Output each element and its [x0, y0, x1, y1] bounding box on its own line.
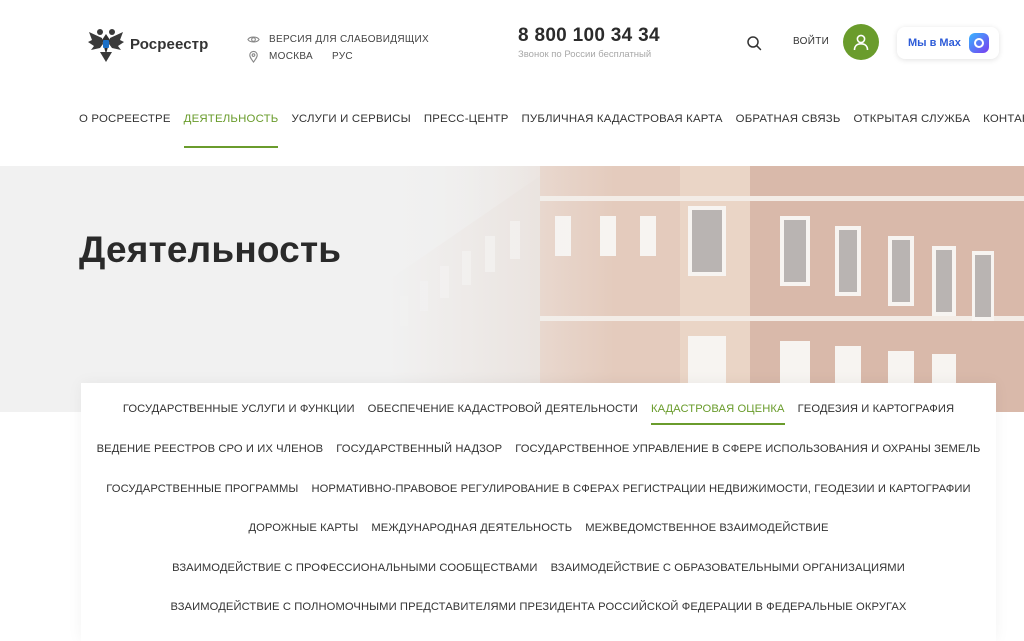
subnav-item[interactable]: КАДАСТРОВАЯ ОЦЕНКА	[650, 403, 785, 425]
subnav-item[interactable]: ВЗАИМОДЕЙСТВИЕ С ПОЛНОМОЧНЫМИ ПРЕДСТАВИТ…	[171, 601, 907, 623]
nav-item[interactable]: УСЛУГИ И СЕРВИСЫ	[291, 113, 410, 148]
city-selector[interactable]: МОСКВА	[269, 51, 313, 62]
accessibility-link[interactable]: ВЕРСИЯ ДЛЯ СЛАБОВИДЯЩИХ	[247, 31, 429, 48]
subnav-row: ГОСУДАРСТВЕННЫЕ УСЛУГИ И ФУНКЦИИ ОБЕСПЕЧЕ…	[81, 403, 996, 425]
user-account-button[interactable]	[843, 24, 879, 60]
subnav-item[interactable]: ГОСУДАРСТВЕННЫЙ НАДЗОР	[336, 443, 502, 465]
nav-item[interactable]: О РОСРЕЕСТРЕ	[79, 113, 171, 148]
max-logo-icon	[968, 33, 989, 53]
subnav-row: ГОСУДАРСТВЕННЫЕ ПРОГРАММЫ НОРМАТИВНО-ПРАВ…	[81, 483, 996, 505]
search-icon[interactable]	[746, 35, 762, 51]
user-icon	[853, 34, 869, 51]
subnav-item[interactable]: ВЗАИМОДЕЙСТВИЕ С ОБРАЗОВАТЕЛЬНЫМИ ОРГАНИ…	[551, 562, 905, 584]
header-utility: ВЕРСИЯ ДЛЯ СЛАБОВИДЯЩИХ МОСКВА РУС	[247, 31, 429, 65]
subnav-row: ВЕДЕНИЕ РЕЕСТРОВ СРО И ИХ ЧЛЕНОВ ГОСУДАРС…	[81, 443, 996, 465]
subnav-item[interactable]: ГОСУДАРСТВЕННЫЕ ПРОГРАММЫ	[106, 483, 298, 505]
subnav-item[interactable]: ДОРОЖНЫЕ КАРТЫ	[248, 522, 358, 544]
building-photo	[0, 166, 1024, 412]
site-header: Росреестр ВЕРСИЯ ДЛЯ СЛАБОВИДЯЩИХ МОСКВА…	[0, 0, 1024, 90]
subnav-item[interactable]: ГОСУДАРСТВЕННЫЕ УСЛУГИ И ФУНКЦИИ	[123, 403, 355, 425]
max-label: Мы в Max	[908, 37, 961, 49]
login-link[interactable]: ВОЙТИ	[793, 36, 829, 47]
phone-number[interactable]: 8 800 100 34 34	[518, 25, 660, 47]
location-pin-icon	[249, 50, 258, 63]
logo[interactable]: Росреестр	[86, 24, 208, 64]
nav-item[interactable]: ПРЕСС-ЦЕНТР	[424, 113, 509, 148]
subnav-item[interactable]: МЕЖВЕДОМСТВЕННОЕ ВЗАИМОДЕЙСТВИЕ	[585, 522, 828, 544]
hero-banner: Деятельность	[0, 166, 1024, 412]
subnav-row: ДОРОЖНЫЕ КАРТЫ МЕЖДУНАРОДНАЯ ДЕЯТЕЛЬНОСТЬ…	[81, 522, 996, 544]
hotline: 8 800 100 34 34 Звонок по России бесплат…	[518, 25, 660, 60]
subnav-row: ВЗАИМОДЕЙСТВИЕ С ПОЛНОМОЧНЫМИ ПРЕДСТАВИТ…	[81, 601, 996, 623]
nav-item[interactable]: ОТКРЫТАЯ СЛУЖБА	[854, 113, 971, 148]
eagle-emblem-icon	[88, 29, 124, 62]
subnav-item[interactable]: МЕЖДУНАРОДНАЯ ДЕЯТЕЛЬНОСТЬ	[371, 522, 572, 544]
phone-note: Звонок по России бесплатный	[518, 49, 652, 60]
nav-item[interactable]: ОБРАТНАЯ СВЯЗЬ	[736, 113, 841, 148]
subnav-item[interactable]: ГОСУДАРСТВЕННОЕ УПРАВЛЕНИЕ В СФЕРЕ ИСПОЛ…	[515, 443, 980, 465]
accessibility-label: ВЕРСИЯ ДЛЯ СЛАБОВИДЯЩИХ	[269, 34, 429, 45]
subnav-row: ВЗАИМОДЕЙСТВИЕ С ПРОФЕССИОНАЛЬНЫМИ СООБЩ…	[81, 562, 996, 584]
nav-item[interactable]: ПУБЛИЧНАЯ КАДАСТРОВАЯ КАРТА	[522, 113, 723, 148]
subnav-item[interactable]: ВЗАИМОДЕЙСТВИЕ С ПРОФЕССИОНАЛЬНЫМИ СООБЩ…	[172, 562, 537, 584]
page-title: Деятельность	[79, 229, 342, 270]
logo-text: Росреестр	[130, 35, 209, 53]
eye-icon	[247, 36, 260, 43]
language-selector[interactable]: РУС	[332, 51, 353, 62]
subnav-item[interactable]: ГЕОДЕЗИЯ И КАРТОГРАФИЯ	[798, 403, 955, 425]
subnav-item[interactable]: НОРМАТИВНО-ПРАВОВОЕ РЕГУЛИРОВАНИЕ В СФЕР…	[311, 483, 970, 505]
activity-subnav: ГОСУДАРСТВЕННЫЕ УСЛУГИ И ФУНКЦИИ ОБЕСПЕЧЕ…	[81, 383, 996, 641]
location-row: МОСКВА РУС	[247, 48, 429, 65]
subnav-item[interactable]: ВЕДЕНИЕ РЕЕСТРОВ СРО И ИХ ЧЛЕНОВ	[97, 443, 324, 465]
max-messenger-button[interactable]: Мы в Max	[897, 27, 999, 59]
subnav-item[interactable]: ОБЕСПЕЧЕНИЕ КАДАСТРОВОЙ ДЕЯТЕЛЬНОСТИ	[368, 403, 638, 425]
nav-item[interactable]: ДЕЯТЕЛЬНОСТЬ	[183, 113, 279, 148]
nav-item[interactable]: КОНТАКТЫ	[983, 113, 1024, 148]
main-nav: О РОСРЕЕСТРЕ ДЕЯТЕЛЬНОСТЬ УСЛУГИ И СЕРВИСЫ…	[79, 113, 1024, 148]
